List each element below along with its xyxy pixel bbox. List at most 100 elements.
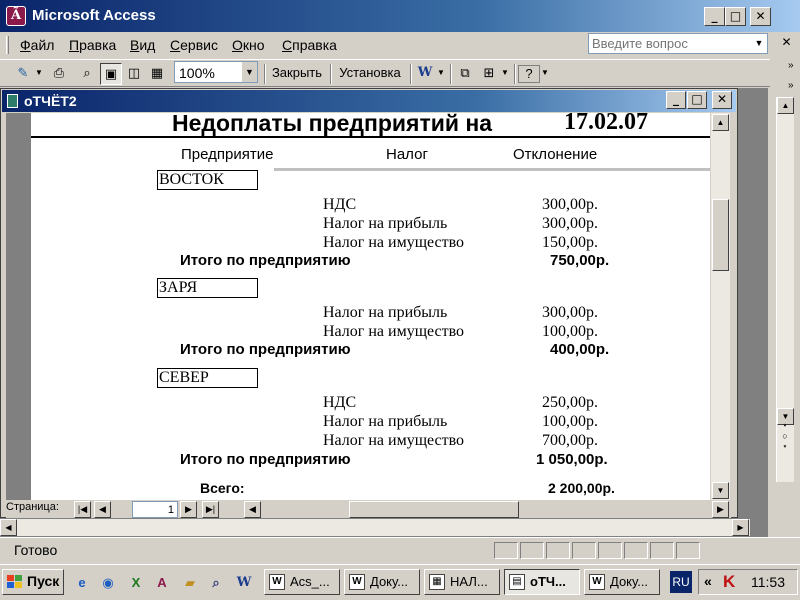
vertical-scroll-thumb[interactable] xyxy=(712,199,729,271)
page-setup-button[interactable]: Установка xyxy=(334,63,406,85)
toolbar-chevron-icon[interactable]: » xyxy=(788,60,794,71)
task-button[interactable]: ▦ НАЛ... xyxy=(424,569,500,595)
word-icon[interactable]: W xyxy=(234,573,254,593)
zoom-dropdown-arrow[interactable]: ▼ xyxy=(242,62,257,82)
toolbar-separator xyxy=(450,64,452,84)
hscroll-right-button[interactable]: ▶ xyxy=(712,501,729,518)
view-dropdown-icon[interactable]: ▼ xyxy=(34,63,44,85)
tray-expand-chevron[interactable]: « xyxy=(704,573,712,589)
menu-help[interactable]: Справка xyxy=(282,37,337,53)
task-button[interactable]: W Доку... xyxy=(344,569,420,595)
search-icon[interactable]: ⌕ xyxy=(206,573,226,593)
previous-page-button[interactable]: ◀ xyxy=(94,501,111,518)
hscroll-left-button[interactable]: ◀ xyxy=(244,501,261,518)
question-input[interactable] xyxy=(589,34,749,53)
two-pages-icon[interactable]: ◫ xyxy=(123,63,145,85)
report-maximize-button[interactable]: □ xyxy=(687,91,707,109)
outer-hscroll-left-button[interactable]: ◀ xyxy=(0,519,17,536)
task-button-active[interactable]: ▤ оТЧ... xyxy=(504,569,580,595)
internet-explorer-icon[interactable]: e xyxy=(72,573,92,593)
office-links-icon[interactable]: W xyxy=(414,63,436,85)
report-icon[interactable] xyxy=(7,94,18,108)
page-down-icon[interactable]: ⋆ xyxy=(776,441,794,452)
clock: 11:53 xyxy=(751,574,785,590)
menu-window[interactable]: Окно xyxy=(232,37,265,53)
toolbar-chevron-icon[interactable]: » xyxy=(788,80,794,91)
toolbar-separator xyxy=(330,64,332,84)
horizontal-scroll-thumb[interactable] xyxy=(349,501,519,518)
menu-view[interactable]: Вид xyxy=(130,37,155,53)
menu-tools[interactable]: Сервис xyxy=(170,37,218,53)
zoom-icon[interactable]: ⌕ xyxy=(76,63,98,85)
menu-edit[interactable]: Правка xyxy=(69,37,116,53)
excel-icon[interactable]: X xyxy=(126,573,146,593)
menu-file[interactable]: Файл xyxy=(20,37,54,53)
print-preview-toolbar: ✎ ▼ ⎙ ⌕ ▣ ◫ ▦ Закрыть Установка W ▼ ⧉ ⊞ … xyxy=(0,59,770,87)
word-icon: W xyxy=(269,574,285,590)
folder-icon[interactable]: ▰ xyxy=(180,573,200,593)
database-window-icon[interactable]: ⧉ xyxy=(454,63,476,85)
outlook-icon[interactable]: ◉ xyxy=(98,573,118,593)
select-browse-object-icon[interactable]: ○ xyxy=(776,431,794,441)
zoom-combobox[interactable]: 100% ▼ xyxy=(174,61,258,83)
help-icon[interactable]: ? xyxy=(518,65,540,83)
question-dropdown-arrow[interactable]: ▼ xyxy=(751,34,767,53)
report-title-bar[interactable]: оТЧЁТ2 _ □ ✕ xyxy=(2,90,736,112)
first-page-button[interactable]: |◀ xyxy=(74,501,91,518)
multiple-pages-icon[interactable]: ▦ xyxy=(146,63,168,85)
subtotal-amount: 750,00р. xyxy=(550,252,610,269)
task-button[interactable]: W Acs_... xyxy=(264,569,340,595)
scroll-down-button[interactable]: ▼ xyxy=(712,482,729,499)
print-icon[interactable]: ⎙ xyxy=(48,63,70,85)
outer-scroll-up-button[interactable]: ▲ xyxy=(777,97,794,114)
question-box[interactable]: ▼ xyxy=(588,33,768,54)
tax-name: Налог на имущество xyxy=(323,234,465,251)
one-page-icon[interactable]: ▣ xyxy=(100,63,122,85)
outer-hscroll-right-button[interactable]: ▶ xyxy=(732,519,749,536)
company-name: СЕВЕР xyxy=(157,368,258,388)
page-up-icon[interactable]: ⋆ xyxy=(776,420,794,431)
tax-amount: 300,00р. xyxy=(542,196,598,213)
column-tax: Налог xyxy=(386,146,428,163)
close-button[interactable]: ✕ xyxy=(750,7,771,26)
new-object-icon[interactable]: ⊞ xyxy=(478,63,500,85)
report-title: Недоплаты предприятий на xyxy=(172,113,493,136)
menu-grip[interactable] xyxy=(6,36,9,54)
toolbar-separator xyxy=(514,64,516,84)
start-label: Пуск xyxy=(27,573,60,589)
access-app-icon[interactable]: Ã xyxy=(6,6,26,26)
doc-close-icon[interactable]: ✕ xyxy=(776,34,797,53)
kaspersky-icon[interactable]: K xyxy=(723,572,735,592)
column-rule xyxy=(274,168,710,171)
minimize-button[interactable]: _ xyxy=(704,7,725,26)
toolbar-separator xyxy=(264,64,266,84)
report-vertical-scrollbar[interactable]: ▲ ▼ xyxy=(711,113,730,500)
taskbar: Пуск e ◉ X A ▰ ⌕ W W Acs_... W Доку... ▦ НА… xyxy=(0,564,800,600)
scroll-up-button[interactable]: ▲ xyxy=(712,114,729,131)
outer-horizontal-scrollbar[interactable]: ◀ ▶ xyxy=(0,519,750,536)
tax-amount: 100,00р. xyxy=(542,323,598,340)
maximize-button[interactable]: □ xyxy=(725,7,746,26)
start-button[interactable]: Пуск xyxy=(2,569,64,595)
status-cell xyxy=(572,542,596,559)
toolbar-options-icon[interactable]: ▼ xyxy=(540,63,550,85)
app-title-bar[interactable]: Ã Microsoft Access _ □ ✕ xyxy=(0,0,800,32)
next-page-button[interactable]: ▶ xyxy=(180,501,197,518)
office-links-dropdown-icon[interactable]: ▼ xyxy=(436,63,446,85)
tax-amount: 300,00р. xyxy=(542,215,598,232)
zoom-value: 100% xyxy=(179,65,215,81)
last-page-button[interactable]: ▶| xyxy=(202,501,219,518)
tax-name: Налог на прибыль xyxy=(323,413,448,430)
report-minimize-button[interactable]: _ xyxy=(666,91,686,109)
close-preview-button[interactable]: Закрыть xyxy=(268,63,326,85)
status-cell xyxy=(676,542,700,559)
report-page[interactable]: Недоплаты предприятий на 17.02.07 Предпр… xyxy=(31,113,710,500)
language-indicator[interactable]: RU xyxy=(670,571,692,593)
company-name: ЗАРЯ xyxy=(157,278,258,298)
task-button[interactable]: W Доку... xyxy=(584,569,660,595)
page-number-input[interactable] xyxy=(132,501,178,518)
new-object-dropdown-icon[interactable]: ▼ xyxy=(500,63,510,85)
report-close-button[interactable]: ✕ xyxy=(712,91,732,109)
design-view-icon[interactable]: ✎ xyxy=(12,63,34,85)
access-icon[interactable]: A xyxy=(152,573,172,593)
